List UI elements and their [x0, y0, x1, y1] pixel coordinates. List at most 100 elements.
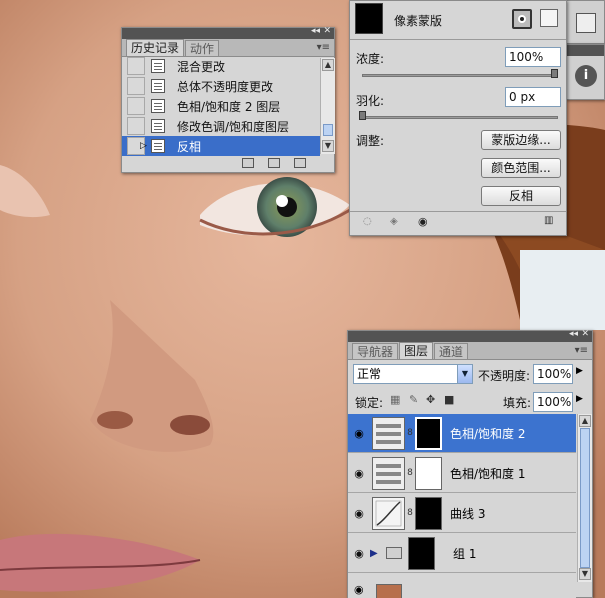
history-titlebar[interactable]: ◂◂ ✕: [122, 26, 334, 39]
lock-pixels-icon[interactable]: ✎: [409, 393, 418, 406]
scroll-up-icon[interactable]: ▲: [322, 59, 334, 71]
mask-edge-button[interactable]: 蒙版边缘...: [481, 130, 561, 150]
histogram-icon[interactable]: [576, 13, 596, 33]
pixel-mask-button-icon[interactable]: [512, 9, 532, 29]
invert-button[interactable]: 反相: [481, 186, 561, 206]
layer-row[interactable]: ◉ ▶ 组 1: [348, 534, 576, 573]
scroll-down-icon[interactable]: ▼: [322, 140, 334, 152]
layer-row[interactable]: ◉ 8 色相/饱和度 1: [348, 454, 576, 493]
tab-actions[interactable]: 动作: [185, 40, 220, 56]
color-range-button[interactable]: 颜色范围...: [481, 158, 561, 178]
scroll-thumb[interactable]: [323, 124, 333, 136]
history-row-label: 总体不透明度更改: [177, 79, 274, 94]
adjust-label: 调整:: [356, 134, 385, 148]
history-state-icon: [151, 59, 165, 73]
scroll-up-icon[interactable]: ▲: [579, 415, 591, 427]
chevron-down-icon[interactable]: ▼: [457, 365, 472, 383]
layer-mask-thumbnail[interactable]: [415, 496, 442, 530]
load-selection-icon[interactable]: ◌: [363, 216, 372, 227]
masks-panel: 像素蒙版 浓度: 100% 羽化: 0 px 调整: 蒙版边缘... 颜色范围.…: [349, 0, 567, 236]
history-state-icon: [151, 119, 165, 133]
lock-position-icon[interactable]: ✥: [426, 393, 435, 406]
panel-menu-icon[interactable]: ▾≡: [317, 42, 330, 53]
collapse-icon[interactable]: ◂◂: [569, 329, 578, 339]
lock-transparent-icon[interactable]: ▦: [390, 393, 400, 406]
history-row-selected[interactable]: ▷ 反相: [122, 136, 320, 156]
link-chain-icon[interactable]: 8: [405, 428, 415, 438]
history-row[interactable]: 混合更改: [122, 56, 320, 76]
history-list: 混合更改 总体不透明度更改 色相/饱和度 2 图层 修改色调/饱和度图层 ▷ 反相: [122, 56, 320, 156]
tab-navigator[interactable]: 导航器: [352, 343, 399, 359]
link-chain-icon[interactable]: 8: [405, 468, 415, 478]
fill-field[interactable]: 100%: [533, 392, 573, 412]
layers-scrollbar[interactable]: ▲ ▼: [577, 414, 592, 582]
history-tabs: 历史记录 动作 ▾≡: [122, 39, 334, 57]
opacity-arrow-icon[interactable]: ▶: [576, 366, 583, 376]
layer-row[interactable]: ◉ 8 色相/饱和度 2: [348, 414, 576, 453]
history-row[interactable]: 色相/饱和度 2 图层: [122, 96, 320, 116]
history-row[interactable]: 总体不透明度更改: [122, 76, 320, 96]
lock-all-icon[interactable]: ■: [444, 393, 454, 406]
opacity-field[interactable]: 100%: [533, 364, 573, 384]
snapshot-checkbox[interactable]: ▷: [127, 137, 147, 155]
layers-titlebar[interactable]: ◂◂ ✕: [348, 329, 592, 342]
vector-mask-button-icon[interactable]: [540, 9, 558, 27]
eye-icon[interactable]: ◉: [418, 215, 428, 228]
density-slider[interactable]: [362, 74, 558, 77]
density-label: 浓度:: [356, 52, 385, 66]
photo-layer-thumbnail[interactable]: [376, 584, 402, 598]
layer-name: 色相/饱和度 1: [450, 466, 526, 481]
tab-history[interactable]: 历史记录: [126, 39, 185, 56]
history-row-label: 色相/饱和度 2 图层: [177, 99, 281, 114]
group-expand-arrow-icon[interactable]: ▶: [370, 548, 382, 559]
feather-field[interactable]: 0 px: [505, 87, 561, 107]
hue-sat-adjustment-icon: [372, 456, 405, 490]
blend-mode-select[interactable]: 正常 ▼: [353, 364, 473, 384]
snapshot-checkbox[interactable]: [127, 77, 145, 95]
layer-mask-thumbnail[interactable]: [415, 456, 442, 490]
layer-name: 色相/饱和度 2: [450, 426, 526, 441]
tab-layers[interactable]: 图层: [399, 342, 434, 359]
feather-slider[interactable]: [362, 116, 558, 119]
snapshot-checkbox[interactable]: [127, 57, 145, 75]
history-state-icon: [151, 139, 165, 153]
trash-icon[interactable]: [294, 158, 306, 168]
info-icon[interactable]: i: [575, 65, 597, 87]
collapse-icon[interactable]: ◂◂: [311, 26, 320, 36]
close-icon[interactable]: ✕: [581, 329, 589, 339]
hue-sat-adjustment-icon: [372, 416, 405, 450]
layer-mask-thumbnail[interactable]: [415, 416, 442, 450]
visibility-eye-icon[interactable]: ◉: [354, 583, 364, 596]
feather-label: 羽化:: [356, 94, 385, 108]
snapshot-checkbox[interactable]: [127, 97, 145, 115]
lock-label: 锁定:: [355, 396, 384, 410]
visibility-eye-icon[interactable]: ◉: [348, 547, 370, 560]
mask-type-label: 像素蒙版: [394, 14, 443, 28]
feather-slider-knob[interactable]: [359, 111, 366, 120]
layer-list: ◉ 8 色相/饱和度 2 ◉ 8 色相/饱和度 1 ◉ 8 曲线 3 ◉ ▶ 组…: [348, 414, 576, 582]
new-document-from-state-icon[interactable]: [242, 158, 254, 168]
layers-tabs: 导航器 图层 通道 ▾≡: [348, 342, 592, 360]
trash-icon[interactable]: ▥: [544, 215, 553, 226]
new-snapshot-icon[interactable]: [268, 158, 280, 168]
layer-mask-thumbnail[interactable]: [408, 536, 435, 570]
panel-menu-icon[interactable]: ▾≡: [575, 345, 588, 356]
layer-row-partial[interactable]: ◉: [348, 582, 576, 598]
visibility-eye-icon[interactable]: ◉: [348, 507, 370, 520]
history-row[interactable]: 修改色调/饱和度图层: [122, 116, 320, 136]
layer-row[interactable]: ◉ 8 曲线 3: [348, 494, 576, 533]
scroll-thumb[interactable]: [580, 428, 590, 568]
visibility-eye-icon[interactable]: ◉: [348, 467, 370, 480]
snapshot-checkbox[interactable]: [127, 117, 145, 135]
density-field[interactable]: 100%: [505, 47, 561, 67]
close-icon[interactable]: ✕: [323, 26, 331, 36]
apply-mask-icon[interactable]: ◈: [390, 216, 398, 227]
tab-channels[interactable]: 通道: [434, 343, 469, 359]
visibility-eye-icon[interactable]: ◉: [348, 427, 370, 440]
history-scrollbar[interactable]: ▲ ▼: [320, 58, 335, 154]
link-chain-icon[interactable]: 8: [405, 508, 415, 518]
fill-arrow-icon[interactable]: ▶: [576, 394, 583, 404]
scroll-down-icon[interactable]: ▼: [579, 568, 591, 580]
density-slider-knob[interactable]: [551, 69, 558, 78]
opacity-label: 不透明度:: [478, 369, 531, 383]
